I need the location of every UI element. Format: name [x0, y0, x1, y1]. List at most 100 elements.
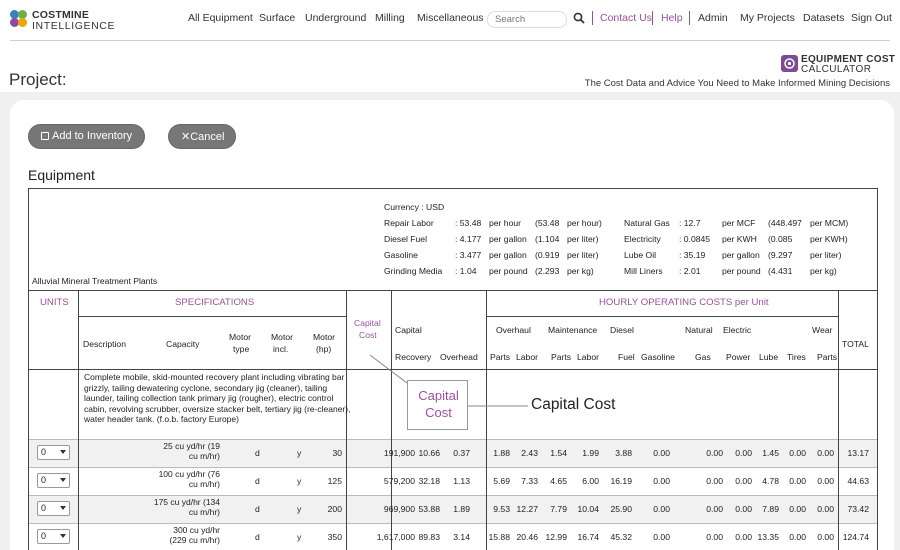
wear-parts-cell: 0.00 — [817, 476, 834, 486]
maintenance-labor-cell: 6.00 — [582, 476, 599, 486]
equipment-table: Currency : USD Repair Labor : 53.48 per … — [28, 188, 878, 550]
capital-subheader: Capital — [395, 325, 422, 335]
motor-incl-cell: y — [297, 476, 302, 486]
nav-contact-us[interactable]: Contact Us — [600, 12, 652, 24]
motor-hp-cell: 125 — [327, 476, 342, 486]
cancel-button[interactable]: ✕Cancel — [168, 124, 236, 149]
rate-alt: (2.293 — [535, 266, 560, 276]
maintenance-parts-header: Parts — [551, 352, 572, 362]
rate-alt: (0.085 — [768, 234, 793, 244]
total-cell: 13.17 — [847, 448, 869, 458]
overhaul-labor-cell: 7.33 — [521, 476, 538, 486]
maintenance-parts-cell: 12.99 — [545, 532, 567, 542]
hourly-costs-header: HOURLY OPERATING COSTS per Unit — [599, 297, 769, 308]
quantity-select[interactable]: 0 — [37, 445, 70, 460]
electric-header: Electric — [723, 325, 752, 335]
motor-type-cell: d — [255, 476, 260, 486]
currency-label: Currency : USD — [384, 202, 445, 212]
motor-type-cell: d — [255, 532, 260, 542]
wear-parts-cell: 0.00 — [817, 504, 834, 514]
overhaul-labor-cell: 12.27 — [516, 504, 538, 514]
quantity-select[interactable]: 0 — [37, 473, 70, 488]
quantity-select[interactable]: 0 — [37, 501, 70, 516]
nav-admin[interactable]: Admin — [698, 12, 728, 24]
motor-incl-cell: y — [297, 532, 302, 542]
gasoline-cell: 0.00 — [653, 532, 670, 542]
search-icon[interactable] — [573, 12, 585, 24]
calculator-badge-icon — [781, 55, 798, 72]
motor-hp-cell: 30 — [332, 448, 342, 458]
rate-alt: (0.919 — [535, 250, 560, 260]
add-to-inventory-button[interactable]: Add to Inventory — [28, 124, 145, 149]
wear-parts-cell: 0.00 — [817, 448, 834, 458]
motor-incl-header-line2: incl. — [273, 344, 289, 354]
description-header: Description — [83, 339, 126, 349]
power-cell: 0.00 — [735, 448, 752, 458]
maintenance-labor-header: Labor — [577, 352, 599, 362]
overhead-cell: 1.89 — [453, 504, 470, 514]
natural-gas-cell: 0.00 — [706, 476, 723, 486]
rate-unit: per gallon — [722, 250, 760, 260]
wear-header: Wear — [812, 325, 833, 335]
nav-divider — [592, 11, 593, 25]
chevron-down-icon — [60, 450, 66, 454]
motor-hp-cell: 200 — [327, 504, 342, 514]
inventory-icon — [41, 132, 49, 140]
nav-surface[interactable]: Surface — [259, 12, 295, 24]
nav-help[interactable]: Help — [661, 12, 683, 24]
callout-box-text: Capital Cost — [418, 388, 459, 420]
header-divider — [10, 40, 890, 41]
nav-sign-out[interactable]: Sign Out — [851, 12, 892, 24]
total-cell: 124.74 — [842, 532, 869, 542]
natural-gas-header: Gas — [695, 352, 711, 362]
nav-underground[interactable]: Underground — [305, 12, 366, 24]
rate-value: : 2.01 — [679, 266, 701, 276]
chevron-down-icon — [60, 478, 66, 482]
capital-cost-cell: 579,200 — [383, 476, 415, 486]
specifications-header: SPECIFICATIONS — [175, 297, 255, 308]
nav-my-projects[interactable]: My Projects — [740, 12, 795, 24]
rate-alt: (53.48 — [535, 218, 560, 228]
capital-cost-cell: 1,617,000 — [376, 532, 415, 542]
maintenance-parts-cell: 1.54 — [550, 448, 567, 458]
nav-all-equipment[interactable]: All Equipment — [188, 12, 253, 24]
power-cell: 0.00 — [735, 504, 752, 514]
natural-header: Natural — [685, 325, 713, 335]
total-cell: 73.42 — [847, 504, 869, 514]
lube-cell: 4.78 — [762, 476, 779, 486]
recovery-cell: 89.83 — [418, 532, 440, 542]
rate-name: Repair Labor — [384, 218, 434, 228]
quantity-select[interactable]: 0 — [37, 529, 70, 544]
recovery-cell: 53.88 — [418, 504, 440, 514]
capacity-cell: 300 cu yd/hr (229 cu m/hr) — [169, 525, 220, 545]
tires-cell: 0.00 — [789, 476, 806, 486]
motor-hp-cell: 350 — [327, 532, 342, 542]
capital-cost-header: Capital — [354, 318, 381, 328]
capacity-cell: 175 cu yd/hr (134 cu m/hr) — [153, 497, 220, 517]
quantity-value: 0 — [41, 475, 47, 485]
capital-cost-header-line2: Cost — [359, 330, 377, 340]
rate-alt-unit: per KWH) — [810, 234, 848, 244]
rate-name: Gasoline — [384, 250, 418, 260]
nav-miscellaneous[interactable]: Miscellaneous — [417, 12, 484, 24]
power-header: Power — [726, 352, 751, 362]
rate-alt-unit: per liter) — [567, 234, 599, 244]
overhead-cell: 0.37 — [453, 448, 470, 458]
tires-cell: 0.00 — [789, 532, 806, 542]
rate-value: : 3.477 — [455, 250, 482, 260]
capacity-cell: 100 cu yd/hr (76 cu m/hr) — [158, 469, 220, 489]
costmine-logo[interactable]: COSTMINE INTELLIGENCE — [10, 9, 114, 33]
diesel-fuel-cell: 45.32 — [610, 532, 632, 542]
quantity-value: 0 — [41, 531, 47, 541]
nav-datasets[interactable]: Datasets — [803, 12, 844, 24]
nav-milling[interactable]: Milling — [375, 12, 405, 24]
rate-name: Mill Liners — [624, 266, 663, 276]
motor-type-cell: d — [255, 448, 260, 458]
natural-gas-cell: 0.00 — [706, 448, 723, 458]
cancel-label: Cancel — [190, 131, 225, 143]
rate-name: Diesel Fuel — [384, 234, 427, 244]
search-input[interactable] — [487, 11, 567, 28]
motor-hp-header-line2: (hp) — [316, 344, 332, 354]
rate-name: Natural Gas — [624, 218, 670, 228]
recovery-cell: 10.66 — [418, 448, 440, 458]
